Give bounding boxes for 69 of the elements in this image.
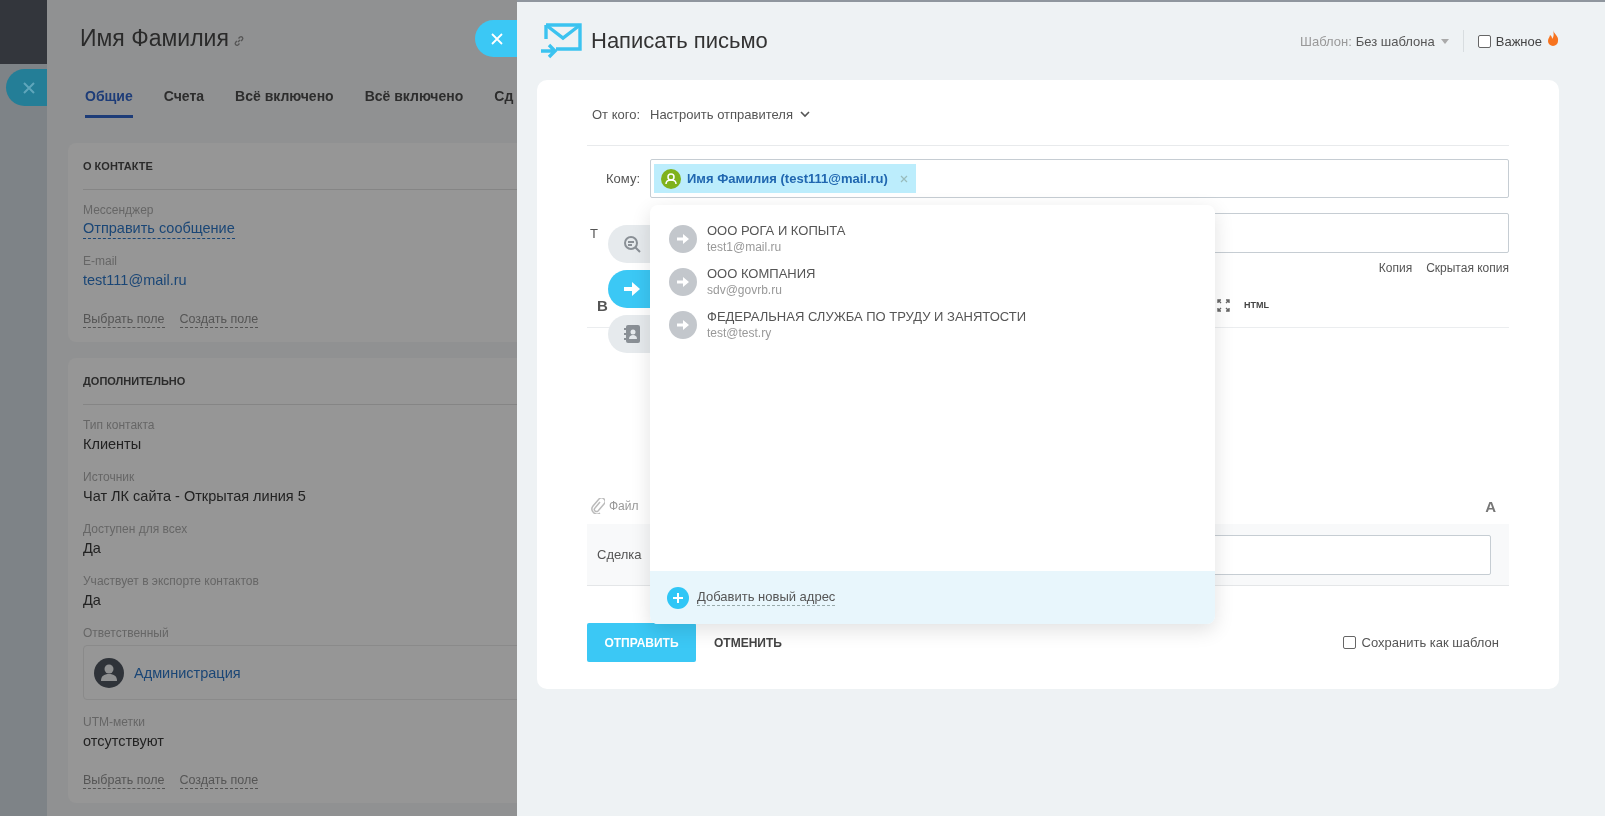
checkbox[interactable] xyxy=(1342,636,1356,649)
bold-button[interactable]: B xyxy=(597,296,608,314)
search-button[interactable] xyxy=(608,225,650,263)
contacts-button[interactable] xyxy=(608,315,650,353)
search-icon xyxy=(623,235,641,253)
close-icon xyxy=(21,80,36,95)
forward-button[interactable] xyxy=(608,270,650,308)
plus-icon xyxy=(667,586,689,609)
save-template-label: Сохранить как шаблон xyxy=(1361,635,1499,650)
arrow-right-icon xyxy=(669,267,697,296)
suggestion-item[interactable]: ООО КОМПАНИЯ sdv@govrb.ru xyxy=(650,260,1215,303)
fullscreen-icon[interactable] xyxy=(1217,298,1230,312)
field-action-link[interactable]: Создать поле xyxy=(179,311,259,328)
copy-link[interactable]: Скрытая копия xyxy=(1426,261,1509,275)
add-address-link[interactable]: Добавить новый адрес xyxy=(697,589,836,606)
recipient-tag[interactable]: Имя Фамилия (test111@mail.ru) xyxy=(654,164,916,193)
important-label: Важное xyxy=(1495,33,1542,49)
suggestion-item[interactable]: ФЕДЕРАЛЬНАЯ СЛУЖБА ПО ТРУДУ И ЗАНЯТОСТИ test@test.ry xyxy=(650,303,1215,346)
contact-title: Имя Фамилия xyxy=(80,24,229,52)
field-value: Чат ЛК сайта - Открытая линия 5 xyxy=(83,487,306,506)
close-icon xyxy=(491,32,503,45)
field-value: Клиенты xyxy=(83,435,142,454)
paperclip-icon xyxy=(591,498,605,514)
subject-label: Т xyxy=(589,225,599,241)
deal-label: Сделка xyxy=(597,547,642,562)
checkbox[interactable] xyxy=(1477,34,1491,48)
font-button[interactable]: A xyxy=(1485,497,1496,515)
html-button[interactable]: HTML xyxy=(1244,300,1269,310)
attach-file-link[interactable]: Файл xyxy=(609,499,639,513)
field-action-link[interactable]: Создать поле xyxy=(179,772,259,789)
send-message-link[interactable]: Отправить сообщение xyxy=(83,218,235,239)
dialog-title: Написать письмо xyxy=(591,28,768,54)
link-icon[interactable] xyxy=(232,35,245,47)
tab[interactable]: Счета xyxy=(163,87,205,118)
recipient-field[interactable]: Имя Фамилия (test111@mail.ru) xyxy=(650,159,1509,198)
tab[interactable]: Сд xyxy=(494,87,514,118)
remove-icon[interactable] xyxy=(899,174,908,183)
chevron-down-icon xyxy=(799,111,810,118)
tab[interactable]: Всё включено xyxy=(235,87,334,118)
avatar-icon xyxy=(94,657,124,688)
section-title: О КОНТАКТЕ xyxy=(83,160,153,172)
user-icon xyxy=(661,168,681,189)
field-value: отсутствуют xyxy=(83,732,164,751)
email-link[interactable]: test111@mail.ru xyxy=(83,269,187,291)
tab[interactable]: Всё включено xyxy=(364,87,464,118)
user-link[interactable]: Администрация xyxy=(134,664,241,681)
field-value: Да xyxy=(83,591,101,610)
template-label: Шаблон: xyxy=(1300,33,1352,49)
arrow-right-icon xyxy=(624,282,640,296)
suggestion-item[interactable]: ООО РОГА И КОПЫТА test1@mail.ru xyxy=(650,217,1215,260)
template-dropdown[interactable]: Без шаблона xyxy=(1351,33,1449,49)
cancel-button[interactable]: ОТМЕНИТЬ xyxy=(708,634,788,651)
from-label: От кого: xyxy=(590,107,640,122)
close-button[interactable] xyxy=(475,20,517,57)
envelope-icon xyxy=(540,23,584,59)
address-book-icon xyxy=(624,325,640,343)
caret-icon xyxy=(1440,38,1449,44)
arrow-right-icon xyxy=(669,224,697,253)
sender-dropdown[interactable]: Настроить отправителя xyxy=(650,107,810,122)
close-button[interactable] xyxy=(6,69,47,106)
field-action-link[interactable]: Выбрать поле xyxy=(83,772,165,789)
arrow-right-icon xyxy=(669,310,697,339)
copy-link[interactable]: Копия xyxy=(1378,261,1413,275)
to-label: Кому: xyxy=(605,171,640,186)
field-action-link[interactable]: Выбрать поле xyxy=(83,311,165,328)
field-value: Да xyxy=(83,539,101,558)
section-title: ДОПОЛНИТЕЛЬНО xyxy=(83,375,186,387)
tab[interactable]: Общие xyxy=(85,87,133,118)
flame-icon xyxy=(1547,30,1559,46)
